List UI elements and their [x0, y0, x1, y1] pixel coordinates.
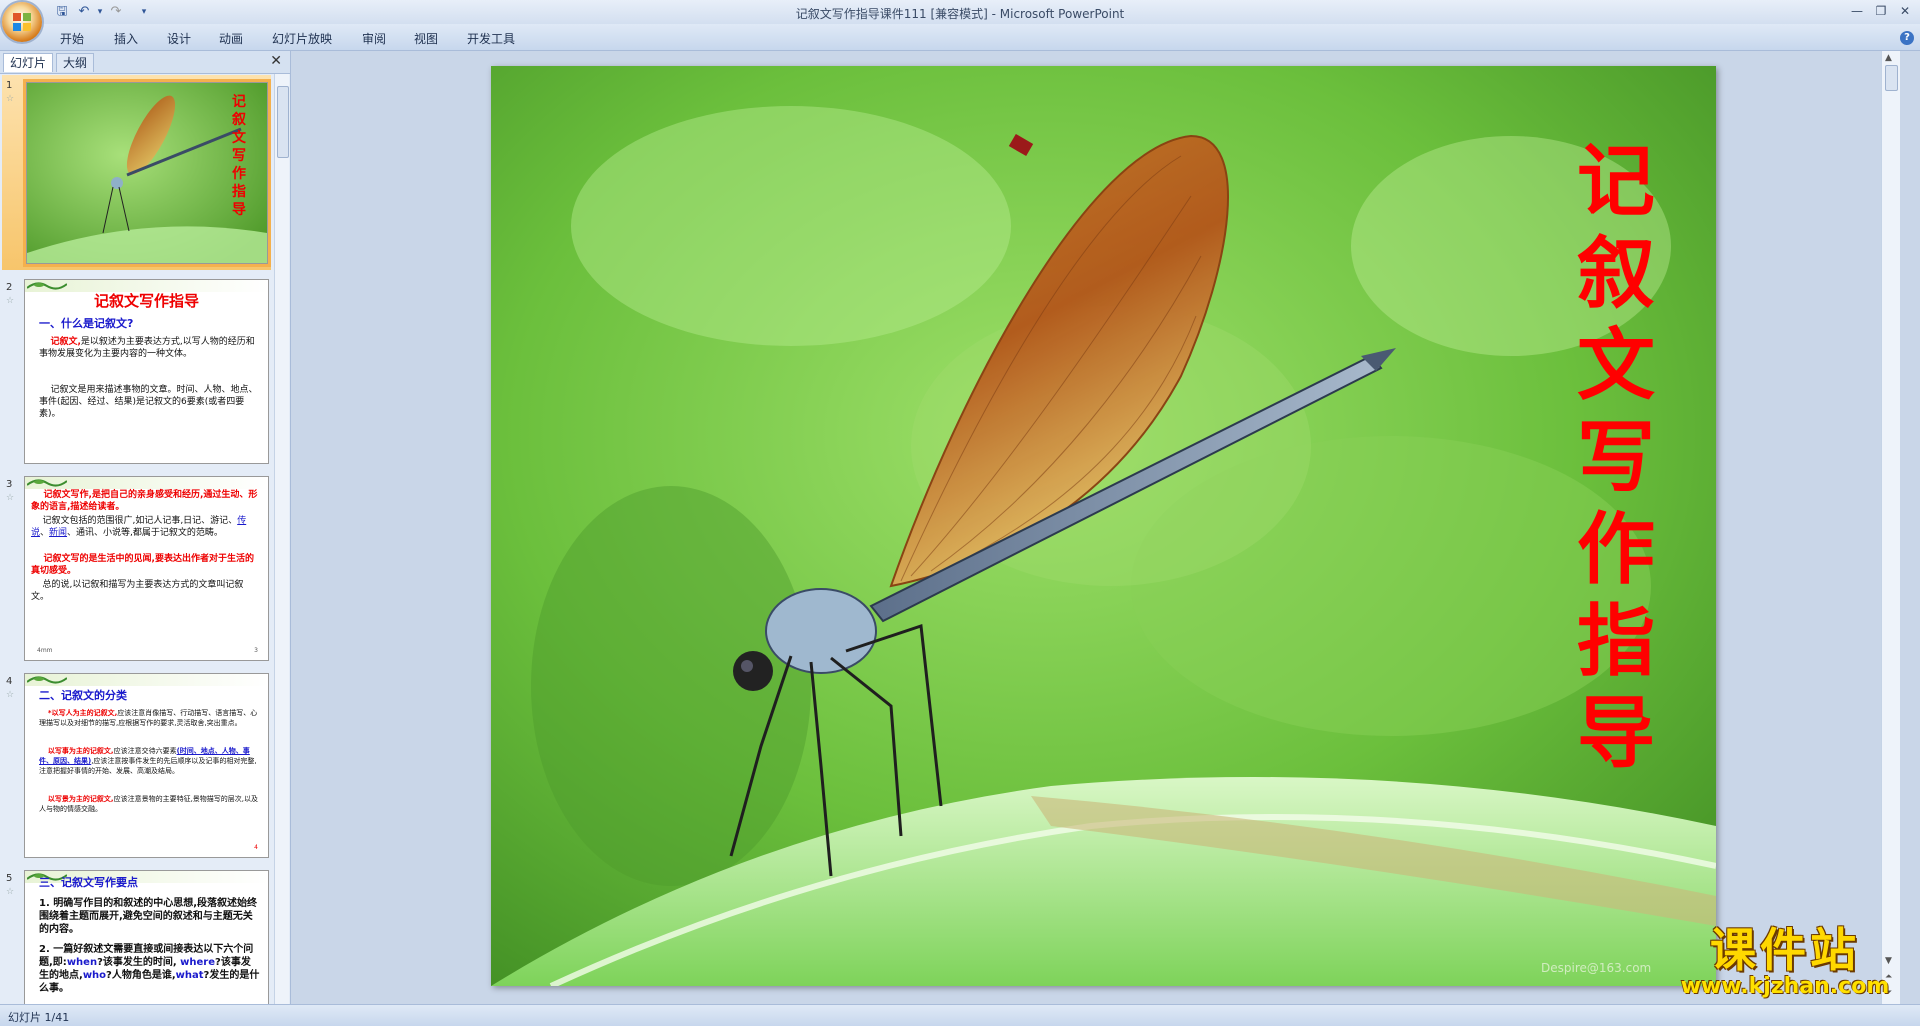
thumb-3-footer-right: 3: [254, 647, 258, 654]
thumbnail-scrollbar[interactable]: [274, 74, 289, 1004]
tab-outline[interactable]: 大纲: [56, 53, 95, 72]
tab-slide-show[interactable]: 幻灯片放映: [272, 30, 332, 47]
slide-thumbnail-3[interactable]: 记叙文写作,是把自己的亲身感受和经历,通过生动、形象的语言,描述给读者。 记叙文…: [24, 476, 269, 661]
tab-review[interactable]: 审阅: [362, 30, 386, 47]
scroll-up-icon[interactable]: ▲: [1885, 53, 1892, 63]
slide-thumbnail-2[interactable]: 记叙文写作指导 一、什么是记叙文? 记叙文,是以叙述为主要表达方式,以写人物的经…: [24, 279, 269, 464]
status-bar: 幻灯片 1/41: [0, 1004, 1920, 1026]
animation-star-icon: ☆: [6, 690, 15, 700]
thumb-3-footer-left: 4mm: [37, 647, 53, 654]
brand-name: 课件站: [1710, 923, 1860, 977]
thumb-4-footer-right: 4: [254, 844, 258, 851]
animation-star-icon: ☆: [6, 493, 15, 503]
slide-count-status: 幻灯片 1/41: [8, 1011, 70, 1024]
thumb-4-para-3: 以写景为主的记叙文,应该注意景物的主要特征,景物描写的层次,以及人与物的情感交融…: [39, 795, 259, 813]
brand-url: www.kjzhan.com: [1680, 974, 1890, 999]
title-bar: 🖫 ↶ ▾ ↷ ▾ 记叙文写作指导课件111 [兼容模式] - Microsof…: [0, 0, 1920, 25]
scrollbar-thumb[interactable]: [277, 86, 289, 158]
restore-button[interactable]: ❐: [1870, 3, 1892, 19]
scrollbar-thumb[interactable]: [1885, 65, 1898, 91]
tab-home[interactable]: 开始: [60, 30, 84, 47]
tab-developer[interactable]: 开发工具: [467, 30, 515, 47]
tab-design[interactable]: 设计: [167, 30, 191, 47]
thumb-3-para-4: 总的说,以记叙和描写为主要表达方式的文章叫记叙文。: [31, 580, 244, 602]
slide-editor: 记叙文写作指导 Despire@163.com ▲ ▼ ⏶ ⏷: [291, 51, 1900, 1004]
editor-scrollbar[interactable]: ▲ ▼ ⏶ ⏷: [1881, 51, 1900, 1004]
office-logo-icon: [13, 13, 31, 31]
dragonfly-photo: [491, 66, 1716, 986]
thumb-3-para-2: 记叙文包括的范围很广,如记人记事,日记、游记、传说、新闻、通讯、小说等,都属于记…: [31, 516, 247, 538]
thumb-1-title: 记叙文写作指导: [232, 94, 246, 218]
tab-insert[interactable]: 插入: [114, 30, 138, 47]
thumb-3-para-1: 记叙文写作,是把自己的亲身感受和经历,通过生动、形象的语言,描述给读者。: [31, 490, 258, 512]
thumb-4-para-2: 以写事为主的记叙文,应该注意交待六要素(时间、地点、人物、事件、原因、结果),应…: [39, 747, 257, 775]
close-button[interactable]: ✕: [1894, 3, 1916, 19]
slide-thumbnail-4[interactable]: 二、记叙文的分类 *以写人为主的记叙文,应该注意肖像描写、行动描写、语言描写、心…: [24, 673, 269, 858]
panel-close-icon[interactable]: ✕: [270, 53, 282, 69]
window-title: 记叙文写作指导课件111 [兼容模式] - Microsoft PowerPoi…: [795, 7, 1125, 21]
thumb-2-para-2: 记叙文是用来描述事物的文章。时间、人物、地点、事件(起因、经过、结果)是记叙文的…: [39, 385, 258, 419]
slide-number: 1: [6, 80, 13, 91]
slide-title[interactable]: 记叙文写作指导: [1551, 136, 1681, 780]
slide-number: 4: [6, 676, 13, 687]
thumb-2-heading: 一、什么是记叙文?: [39, 317, 134, 330]
minimize-button[interactable]: —: [1846, 3, 1868, 19]
thumb-4-para-1: *以写人为主的记叙文,应该注意肖像描写、行动描写、语言描写、心理描写以及对细节的…: [39, 709, 258, 727]
thumb-5-para-2: 2. 一篇好叙述文需要直接或间接表达以下六个问题,即:when?该事发生的时间,…: [39, 944, 260, 994]
animation-star-icon: ☆: [6, 887, 15, 897]
photo-watermark: Despire@163.com: [1541, 961, 1652, 975]
office-button[interactable]: [2, 2, 42, 42]
thumb-2-para-1: 记叙文,是以叙述为主要表达方式,以写人物的经历和事物发展变化为主要内容的一种文体…: [39, 337, 255, 359]
tab-slides[interactable]: 幻灯片: [3, 53, 54, 72]
tab-animations[interactable]: 动画: [219, 30, 243, 47]
thumb-5-heading: 三、记叙文写作要点: [39, 876, 138, 889]
slide-number: 3: [6, 479, 13, 490]
current-slide[interactable]: 记叙文写作指导 Despire@163.com: [491, 66, 1716, 986]
animation-star-icon: ☆: [6, 94, 15, 104]
slide-thumbnail-5[interactable]: 三、记叙文写作要点 1. 明确写作目的和叙述的中心思想,段落叙述始终围绕着主题而…: [24, 870, 269, 1004]
thumb-4-heading: 二、记叙文的分类: [39, 689, 127, 702]
thumbnail-list: 1 ☆ 记叙文写作指导 2 ☆ 记叙文写作指导 一、什么是记叙文? 记叙文,是以…: [0, 74, 272, 1004]
tab-view[interactable]: 视图: [414, 30, 438, 47]
ribbon-tab-bar: 开始 插入 设计 动画 幻灯片放映 审阅 视图 开发工具 ?: [0, 24, 1920, 51]
slide-number: 5: [6, 873, 13, 884]
animation-star-icon: ☆: [6, 296, 15, 306]
panel-tabs: 幻灯片 大纲 ✕: [0, 51, 290, 74]
slide-number: 2: [6, 282, 13, 293]
thumb-3-para-3: 记叙文写的是生活中的见闻,要表达出作者对于生活的真切感受。: [31, 554, 254, 576]
help-icon[interactable]: ?: [1900, 31, 1914, 45]
brand-logo: 课件站 www.kjzhan.com: [1670, 924, 1900, 1004]
vine-decoration-icon: [27, 676, 67, 684]
thumb-5-para-1: 1. 明确写作目的和叙述的中心思想,段落叙述始终围绕着主题而展开,避免空间的叙述…: [39, 898, 258, 935]
thumb-2-title: 记叙文写作指导: [93, 292, 199, 310]
slides-panel: 幻灯片 大纲 ✕ 1 ☆ 记叙文写作指导 2 ☆ 记叙文写作指导 一、什么是记叙…: [0, 51, 291, 1004]
slide-thumbnail-1[interactable]: 记叙文写作指导: [26, 82, 268, 264]
